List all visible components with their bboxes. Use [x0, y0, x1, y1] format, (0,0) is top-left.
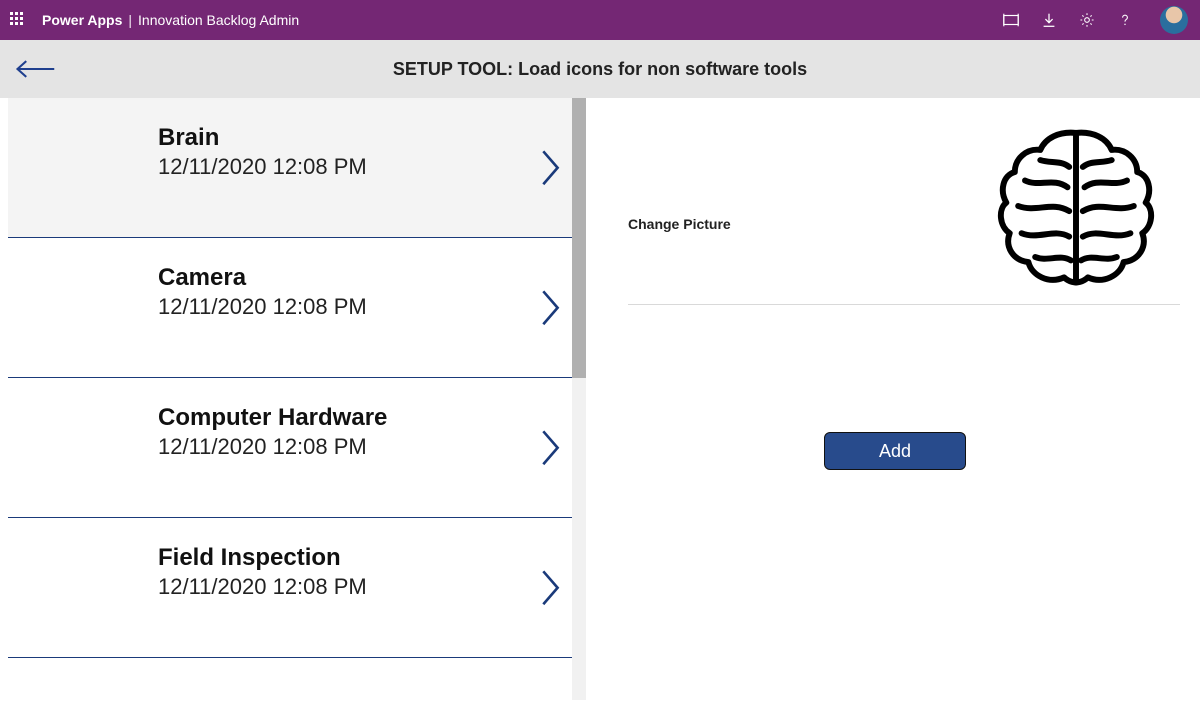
content-area: Brain 12/11/2020 12:08 PM Camera 12/11/2… — [0, 98, 1200, 712]
scrollbar[interactable] — [572, 98, 586, 700]
chevron-right-icon — [540, 568, 562, 608]
list-item-title: Camera — [158, 264, 586, 292]
user-avatar[interactable] — [1160, 6, 1188, 34]
chevron-right-icon — [540, 428, 562, 468]
setup-header: SETUP TOOL: Load icons for non software … — [0, 40, 1200, 98]
list-item[interactable]: Field Inspection 12/11/2020 12:08 PM — [8, 518, 586, 658]
change-picture-label: Change Picture — [628, 216, 731, 232]
list-item[interactable]: Computer Hardware 12/11/2020 12:08 PM — [8, 378, 586, 518]
app-launcher-icon[interactable] — [10, 12, 26, 28]
list-item-date: 12/11/2020 12:08 PM — [158, 154, 586, 180]
chevron-right-icon — [540, 288, 562, 328]
download-icon[interactable] — [1040, 11, 1058, 29]
fit-icon[interactable] — [1002, 11, 1020, 29]
settings-icon[interactable] — [1078, 11, 1096, 29]
back-button[interactable] — [14, 55, 56, 83]
detail-panel: Change Picture — [586, 98, 1200, 712]
list-item-title: Field Inspection — [158, 544, 586, 572]
list-item[interactable]: Camera 12/11/2020 12:08 PM — [8, 238, 586, 378]
list-item[interactable]: Brain 12/11/2020 12:08 PM — [8, 98, 586, 238]
list-item-date: 12/11/2020 12:08 PM — [158, 574, 586, 600]
title-separator: | — [128, 12, 132, 28]
page-title: SETUP TOOL: Load icons for non software … — [393, 59, 807, 80]
help-icon[interactable] — [1116, 11, 1134, 29]
list-item-date: 12/11/2020 12:08 PM — [158, 294, 586, 320]
add-button[interactable]: Add — [824, 432, 966, 470]
list-item-title: Brain — [158, 124, 586, 152]
chevron-right-icon — [540, 148, 562, 188]
app-name: Innovation Backlog Admin — [138, 12, 299, 28]
scrollbar-thumb[interactable] — [572, 98, 586, 378]
icon-preview[interactable] — [986, 116, 1166, 296]
list-item-title: Computer Hardware — [158, 404, 586, 432]
app-header: Power Apps | Innovation Backlog Admin — [0, 0, 1200, 40]
product-name: Power Apps — [42, 12, 122, 28]
tool-list: Brain 12/11/2020 12:08 PM Camera 12/11/2… — [8, 98, 586, 700]
header-actions — [1002, 6, 1188, 34]
list-item-date: 12/11/2020 12:08 PM — [158, 434, 586, 460]
brain-icon — [991, 121, 1161, 291]
divider — [628, 304, 1180, 305]
